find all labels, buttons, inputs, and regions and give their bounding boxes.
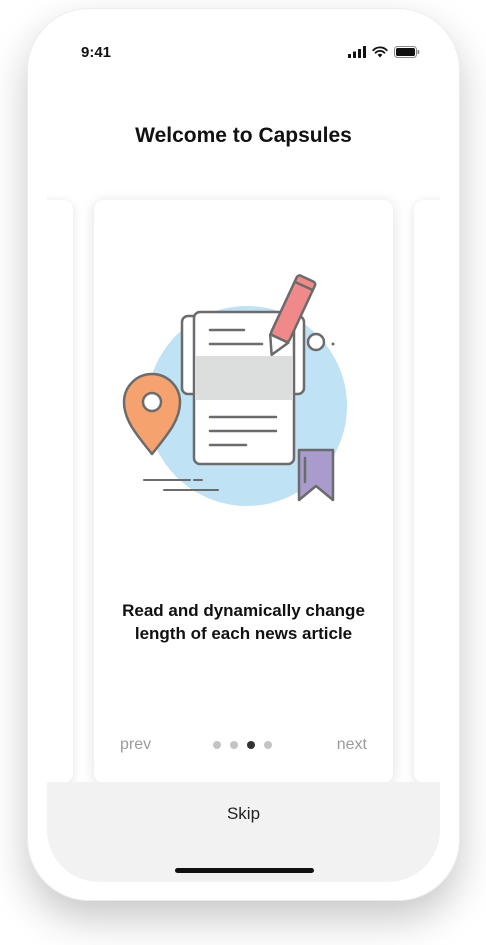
pagination-dots xyxy=(213,741,272,749)
skip-button[interactable]: Skip xyxy=(47,804,440,824)
onboarding-card: Read and dynamically change length of ea… xyxy=(94,200,393,783)
status-time: 9:41 xyxy=(81,44,112,61)
pagination-dot[interactable] xyxy=(230,741,238,749)
card-description: Read and dynamically change length of ea… xyxy=(122,601,365,643)
pagination-dot-active[interactable] xyxy=(247,741,255,749)
pagination-dot[interactable] xyxy=(264,741,272,749)
page-title: Welcome to Capsules xyxy=(135,124,352,147)
screen: 9:41 Welcome to Capsules Read and dynami… xyxy=(47,14,440,882)
home-indicator[interactable] xyxy=(175,868,314,873)
previous-card-peek[interactable] xyxy=(47,200,73,783)
next-card-peek[interactable] xyxy=(414,200,440,783)
wifi-icon xyxy=(372,46,388,58)
bottom-bar xyxy=(47,782,440,882)
signal-icon xyxy=(348,46,366,58)
next-button[interactable]: next xyxy=(337,736,367,754)
status-icons xyxy=(348,46,420,58)
news-article-illustration xyxy=(122,274,347,506)
pagination-dot[interactable] xyxy=(213,741,221,749)
battery-icon xyxy=(394,46,420,58)
prev-button[interactable]: prev xyxy=(120,736,151,754)
